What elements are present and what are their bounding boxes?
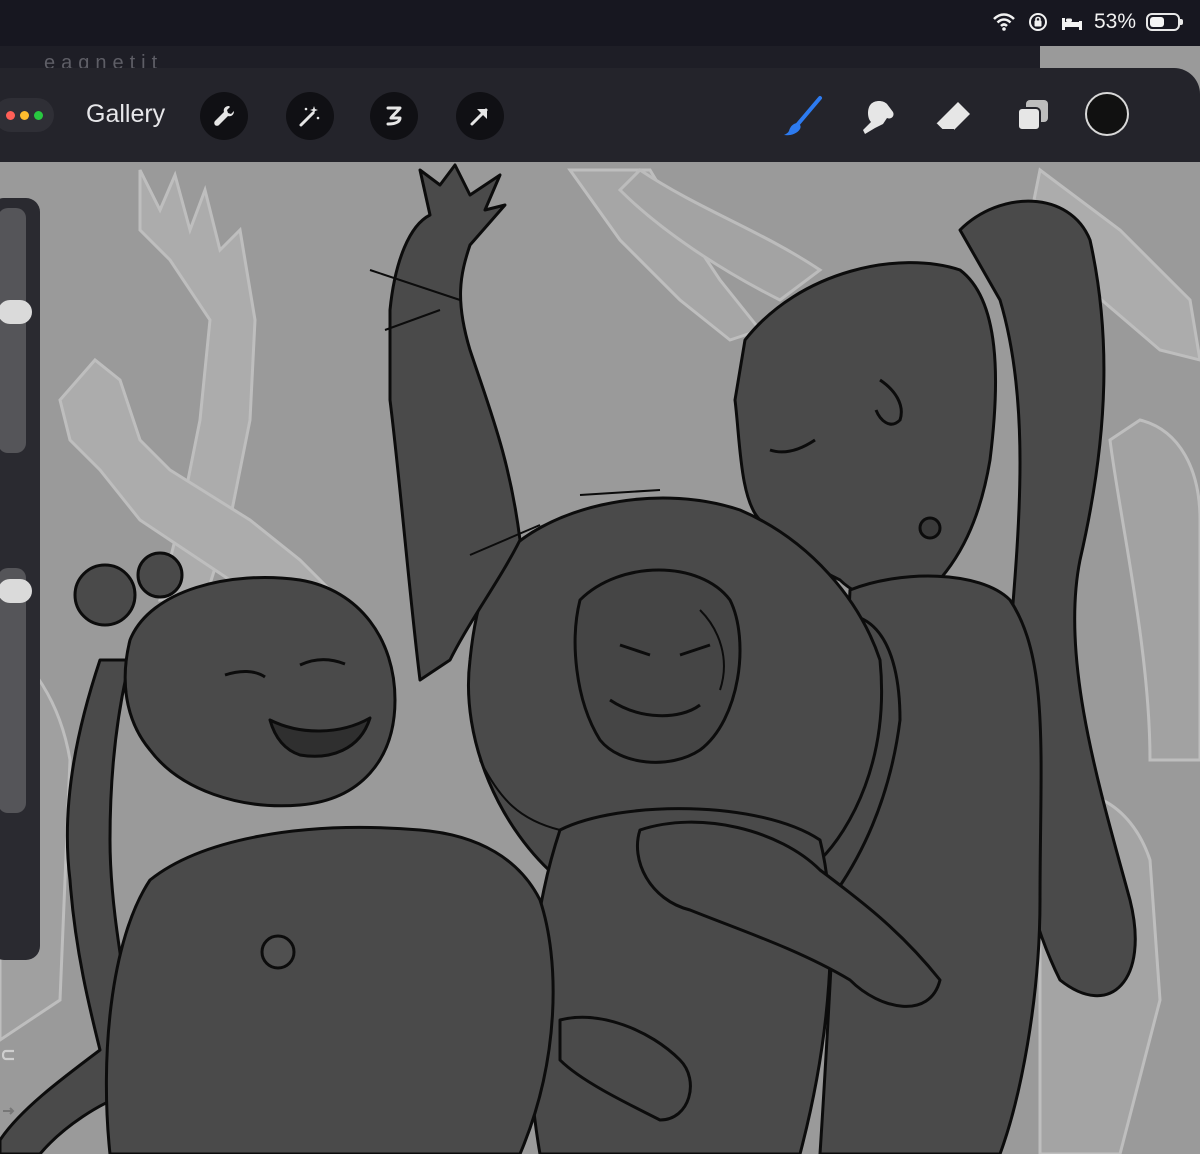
procreate-toolbar: Gallery <box>0 68 1200 162</box>
actions-button[interactable] <box>200 92 248 140</box>
wifi-icon <box>993 13 1015 31</box>
adjustments-button[interactable] <box>286 92 334 140</box>
arrow-transform-icon <box>470 108 488 126</box>
eraser-button[interactable] <box>930 92 978 140</box>
brush-size-slider[interactable] <box>0 208 32 453</box>
orientation-lock-icon <box>1028 13 1047 31</box>
sleep-focus-icon <box>1061 18 1082 30</box>
drawing-canvas[interactable] <box>0 0 1200 1154</box>
brush-icon <box>784 96 822 136</box>
battery-icon <box>1146 13 1183 31</box>
magic-wand-icon <box>299 106 320 127</box>
undo-icon <box>1 1049 14 1061</box>
dot-green-icon <box>33 110 43 120</box>
color-swatch-icon[interactable] <box>1085 92 1129 136</box>
multitasking-menu-button[interactable] <box>0 98 54 132</box>
redo-icon <box>3 1107 15 1115</box>
undo-button[interactable] <box>1 1048 20 1068</box>
status-bar: 53% <box>0 0 1200 46</box>
redo-button[interactable] <box>2 1103 20 1123</box>
status-icons: 53% <box>992 10 1183 34</box>
layers-icon <box>1017 100 1048 131</box>
battery-percentage: 53% <box>1093 10 1136 33</box>
smudge-icon <box>863 101 894 134</box>
brush-button[interactable] <box>778 92 826 140</box>
layers-button[interactable] <box>1008 92 1056 140</box>
dot-yellow-icon <box>19 110 29 120</box>
wrench-icon <box>214 106 234 126</box>
sidebar <box>0 198 40 1115</box>
selection-icon <box>386 106 402 126</box>
dot-red-icon <box>5 110 15 120</box>
smudge-button[interactable] <box>855 92 903 140</box>
eraser-icon <box>935 102 970 131</box>
gallery-button[interactable]: Gallery <box>86 100 165 129</box>
opacity-slider[interactable] <box>0 568 32 813</box>
opacity-slider-knob[interactable] <box>0 579 32 603</box>
background-app-window[interactable]: eagnetit <box>0 46 1040 70</box>
selection-button[interactable] <box>370 92 418 140</box>
brush-size-slider-knob[interactable] <box>0 300 32 324</box>
transform-button[interactable] <box>456 92 504 140</box>
